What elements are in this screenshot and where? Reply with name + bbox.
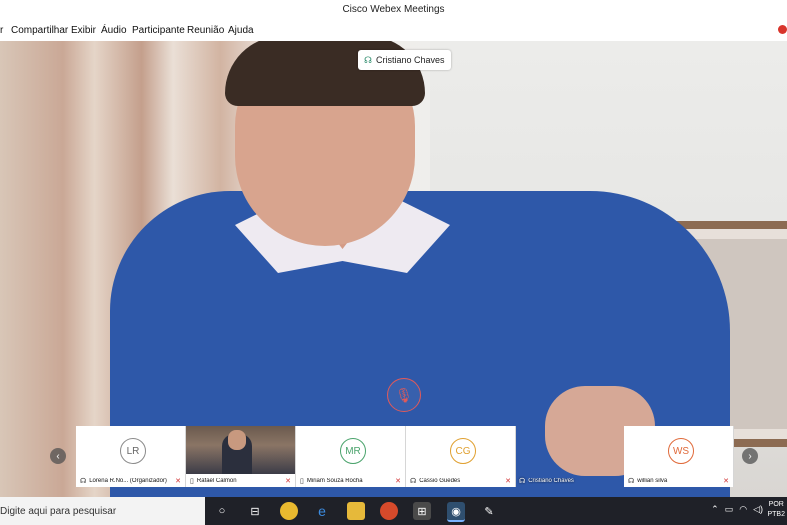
avatar: CG: [450, 438, 476, 464]
headset-icon: ☊: [80, 477, 87, 485]
window-title: Cisco Webex Meetings: [342, 4, 445, 15]
chevron-up-icon[interactable]: ⌃: [711, 504, 719, 515]
mic-muted-icon: ✕: [723, 477, 729, 485]
title-bar: Cisco Webex Meetings: [0, 0, 787, 20]
participant-name: Cristiano Chaves: [528, 477, 574, 484]
battery-icon[interactable]: ▭: [725, 504, 734, 515]
participant-video: [186, 426, 295, 474]
menu-item-audio[interactable]: Áudio: [101, 25, 127, 36]
volume-icon[interactable]: ◁): [753, 504, 763, 515]
menu-item-compartilhar[interactable]: Compartilhar: [11, 25, 68, 36]
edge-icon[interactable]: e: [313, 502, 331, 520]
webex-icon[interactable]: ◉: [447, 502, 465, 522]
menu-item-ajuda[interactable]: Ajuda: [228, 25, 254, 36]
menu-bar: r Compartilhar Exibir Áudio Participante…: [0, 20, 787, 41]
participant-name: Rafael Calmon: [196, 477, 237, 484]
task-view-icon[interactable]: ⊟: [246, 502, 264, 520]
participant-name: Lorena R.No... (Organizador): [89, 477, 167, 484]
participant-name: willian silva: [637, 477, 668, 484]
participant-tile[interactable]: MR ▯ Miriam Souza Rocha ✕: [296, 426, 406, 487]
phone-icon: ▯: [190, 477, 194, 485]
menu-item-reuniao[interactable]: Reunião: [187, 25, 224, 36]
app-icon[interactable]: ✎: [480, 502, 498, 520]
active-speaker-name: Cristiano Chaves: [376, 55, 445, 65]
file-explorer-icon[interactable]: [347, 502, 365, 520]
participant-tile[interactable]: CG ☊ Cassio Guedes ✕: [406, 426, 516, 487]
participant-name: Cassio Guedes: [419, 477, 461, 484]
participant-name: Miriam Souza Rocha: [306, 477, 363, 484]
recording-indicator-icon: [778, 25, 787, 34]
search-input[interactable]: Digite aqui para pesquisar: [0, 497, 205, 525]
audio-connected-icon: ☊: [364, 54, 372, 65]
avatar: MR: [340, 438, 366, 464]
wifi-icon[interactable]: ◠: [739, 504, 747, 515]
participant-tile[interactable]: LR ☊ Lorena R.No... (Organizador) ✕: [76, 426, 186, 487]
mic-muted-icon: ✕: [505, 477, 511, 485]
chrome-icon[interactable]: [280, 502, 298, 520]
phone-icon: ▯: [300, 477, 304, 485]
avatar: WS: [668, 438, 694, 464]
menu-item-partial[interactable]: r: [0, 25, 3, 36]
store-icon[interactable]: ⊞: [413, 502, 431, 520]
chevron-right-icon[interactable]: ›: [742, 448, 758, 464]
participant-tile[interactable]: WS ☊ willian silva ✕: [624, 426, 734, 487]
audio-connected-icon: ☊: [519, 477, 526, 485]
avatar: LR: [120, 438, 146, 464]
cortana-icon[interactable]: ○: [213, 502, 231, 520]
participant-tile[interactable]: ▯ Rafael Calmon ✕: [186, 426, 296, 487]
system-tray: ⌃ ▭ ◠ ◁): [711, 504, 763, 515]
headset-icon: ☊: [410, 477, 417, 485]
chevron-left-icon[interactable]: ‹: [50, 448, 66, 464]
mic-muted-icon: ✕: [285, 477, 291, 485]
headset-icon: ☊: [628, 477, 635, 485]
menu-item-participante[interactable]: Participante: [132, 25, 185, 36]
taskbar: Digite aqui para pesquisar ○ ⊟ e ⊞ ◉ ✎ ⌃…: [0, 497, 787, 525]
search-placeholder: Digite aqui para pesquisar: [0, 505, 117, 517]
active-speaker-label: ☊ Cristiano Chaves: [358, 50, 451, 70]
firefox-icon[interactable]: [380, 502, 398, 520]
language-indicator[interactable]: POR PTB2: [767, 500, 785, 520]
mic-muted-icon: ✕: [175, 477, 181, 485]
menu-item-exibir[interactable]: Exibir: [71, 25, 96, 36]
mic-muted-icon: ✕: [395, 477, 401, 485]
participant-tile-active[interactable]: ☊ Cristiano Chaves: [515, 474, 624, 487]
mic-muted-icon: 🎙: [387, 378, 421, 412]
